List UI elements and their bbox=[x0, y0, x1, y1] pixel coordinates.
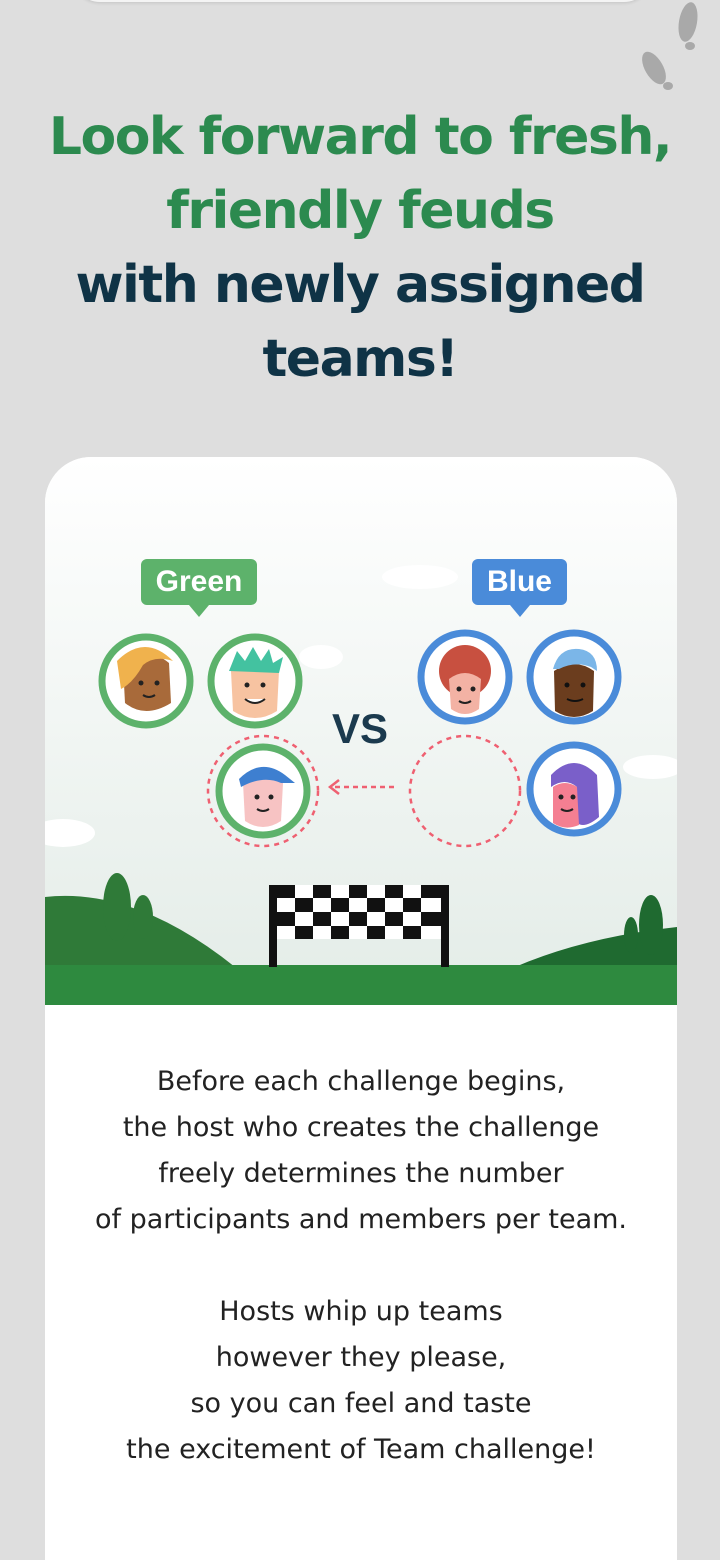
blue-member-1-avatar bbox=[417, 629, 513, 725]
blue-member-3-avatar bbox=[526, 741, 622, 837]
team-illustration: Green Blue VS bbox=[45, 457, 677, 1005]
text-line: the host who creates the challenge bbox=[122, 1112, 600, 1143]
team-green-label: Green bbox=[141, 559, 257, 617]
text-line: Before each challenge begins, bbox=[156, 1066, 566, 1097]
team-blue-label: Blue bbox=[472, 559, 567, 617]
text-line: freely determines the number bbox=[158, 1158, 564, 1189]
text-line: so you can feel and taste bbox=[190, 1388, 532, 1419]
description-paragraph-2: Hosts whip up teams however they please,… bbox=[45, 1289, 677, 1473]
headline-line-4: teams! bbox=[262, 329, 459, 389]
description-text: Before each challenge begins, the host w… bbox=[45, 1059, 677, 1519]
versus-label: VS bbox=[331, 705, 389, 752]
text-line: however they please, bbox=[215, 1342, 507, 1373]
page-headline: Look forward to fresh, friendly feuds wi… bbox=[0, 100, 720, 396]
footprints-icon bbox=[642, 2, 698, 90]
previous-card-edge bbox=[72, 0, 652, 2]
description-paragraph-1: Before each challenge begins, the host w… bbox=[45, 1059, 677, 1243]
green-member-1-avatar bbox=[98, 633, 194, 729]
headline-line-2: friendly feuds bbox=[166, 181, 555, 241]
green-member-2-avatar bbox=[207, 633, 303, 729]
text-line: of participants and members per team. bbox=[94, 1204, 627, 1235]
text-line: Hosts whip up teams bbox=[219, 1296, 503, 1327]
headline-line-3: with newly assigned bbox=[75, 255, 646, 315]
info-card: Green Blue VS Before each challenge begi… bbox=[45, 457, 677, 1560]
text-line: the excitement of Team challenge! bbox=[126, 1434, 596, 1465]
blue-member-2-avatar bbox=[526, 629, 622, 725]
headline-line-1: Look forward to fresh, bbox=[48, 107, 673, 167]
